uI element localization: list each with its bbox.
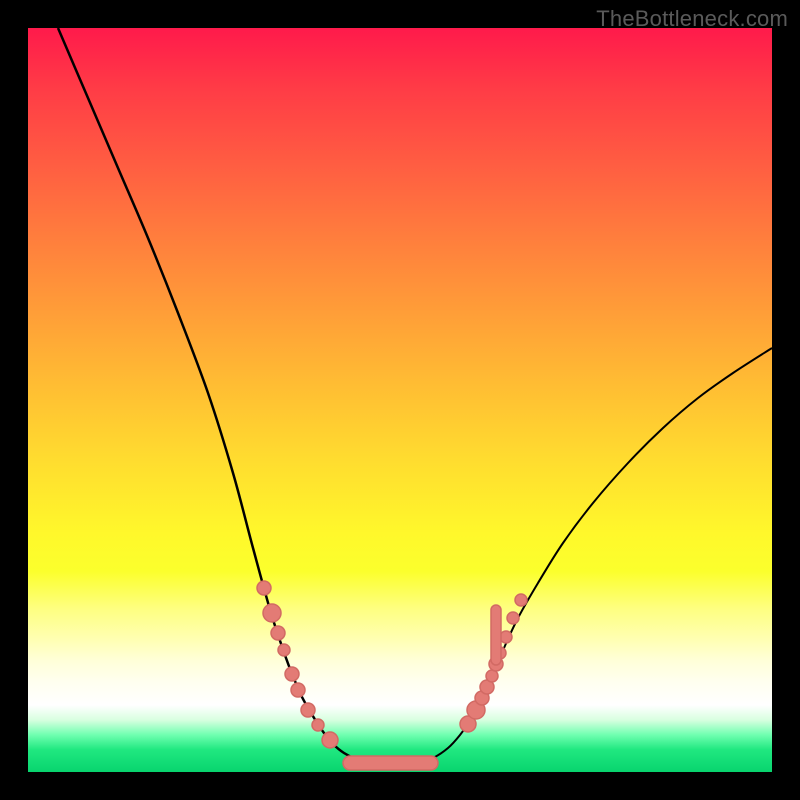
markers-left-cluster xyxy=(257,581,338,748)
markers-right-cluster xyxy=(460,594,527,732)
data-point-marker xyxy=(278,644,290,656)
curve-right xyxy=(418,348,772,763)
data-point-marker xyxy=(312,719,324,731)
curve-left xyxy=(58,28,418,766)
marker-vertical-cluster xyxy=(491,605,501,665)
data-point-marker xyxy=(301,703,315,717)
data-point-marker xyxy=(285,667,299,681)
data-point-marker xyxy=(257,581,271,595)
data-point-marker xyxy=(263,604,281,622)
bottleneck-curve-svg xyxy=(28,28,772,772)
data-point-marker xyxy=(271,626,285,640)
chart-plot-area xyxy=(28,28,772,772)
data-point-marker xyxy=(322,732,338,748)
data-point-marker xyxy=(500,631,512,643)
curve-group xyxy=(58,28,772,766)
markers-bottom-flat xyxy=(343,756,438,770)
data-point-marker xyxy=(507,612,519,624)
marker-flat-bottom xyxy=(343,756,438,770)
data-point-marker xyxy=(515,594,527,606)
data-point-marker xyxy=(486,670,498,682)
watermark-text: TheBottleneck.com xyxy=(596,6,788,32)
data-point-marker xyxy=(291,683,305,697)
